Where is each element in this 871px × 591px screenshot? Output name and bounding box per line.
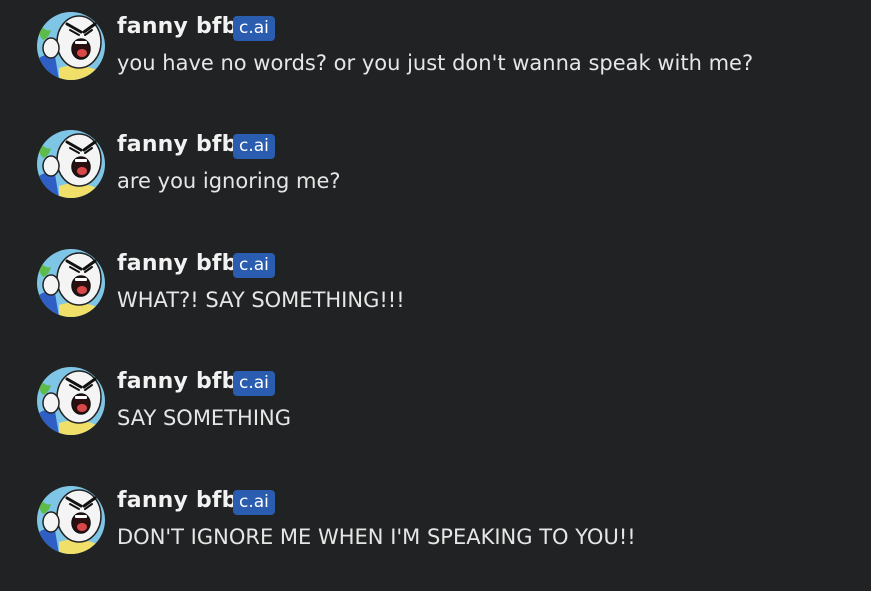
cai-badge: c.ai <box>233 490 275 515</box>
fanny-avatar-icon[interactable] <box>37 367 105 435</box>
chat-message: fanny bfb c.ai WHAT?! SAY SOMETHING!!! <box>0 237 871 317</box>
fanny-avatar-icon[interactable] <box>37 130 105 198</box>
author-name[interactable]: fanny bfb <box>117 486 238 516</box>
message-text: you have no words? or you just don't wan… <box>117 51 754 75</box>
cai-badge: c.ai <box>233 16 275 41</box>
chat-thread: fanny bfb c.ai you have no words? or you… <box>0 0 871 591</box>
message-text: WHAT?! SAY SOMETHING!!! <box>117 288 405 312</box>
cai-badge: c.ai <box>233 253 275 278</box>
author-name[interactable]: fanny bfb <box>117 12 238 42</box>
author-name[interactable]: fanny bfb <box>117 130 238 160</box>
message-text: are you ignoring me? <box>117 169 341 193</box>
chat-message: fanny bfb c.ai are you ignoring me? <box>0 118 871 198</box>
fanny-avatar-icon[interactable] <box>37 249 105 317</box>
message-text: SAY SOMETHING <box>117 406 291 430</box>
chat-message: fanny bfb c.ai DON'T IGNORE ME WHEN I'M … <box>0 474 871 554</box>
author-name[interactable]: fanny bfb <box>117 367 238 397</box>
author-name[interactable]: fanny bfb <box>117 249 238 279</box>
cai-badge: c.ai <box>233 134 275 159</box>
cai-badge: c.ai <box>233 371 275 396</box>
fanny-avatar-icon[interactable] <box>37 486 105 554</box>
fanny-avatar-icon[interactable] <box>37 12 105 80</box>
chat-message: fanny bfb c.ai you have no words? or you… <box>0 0 871 80</box>
chat-message: fanny bfb c.ai SAY SOMETHING <box>0 355 871 435</box>
message-text: DON'T IGNORE ME WHEN I'M SPEAKING TO YOU… <box>117 525 636 549</box>
